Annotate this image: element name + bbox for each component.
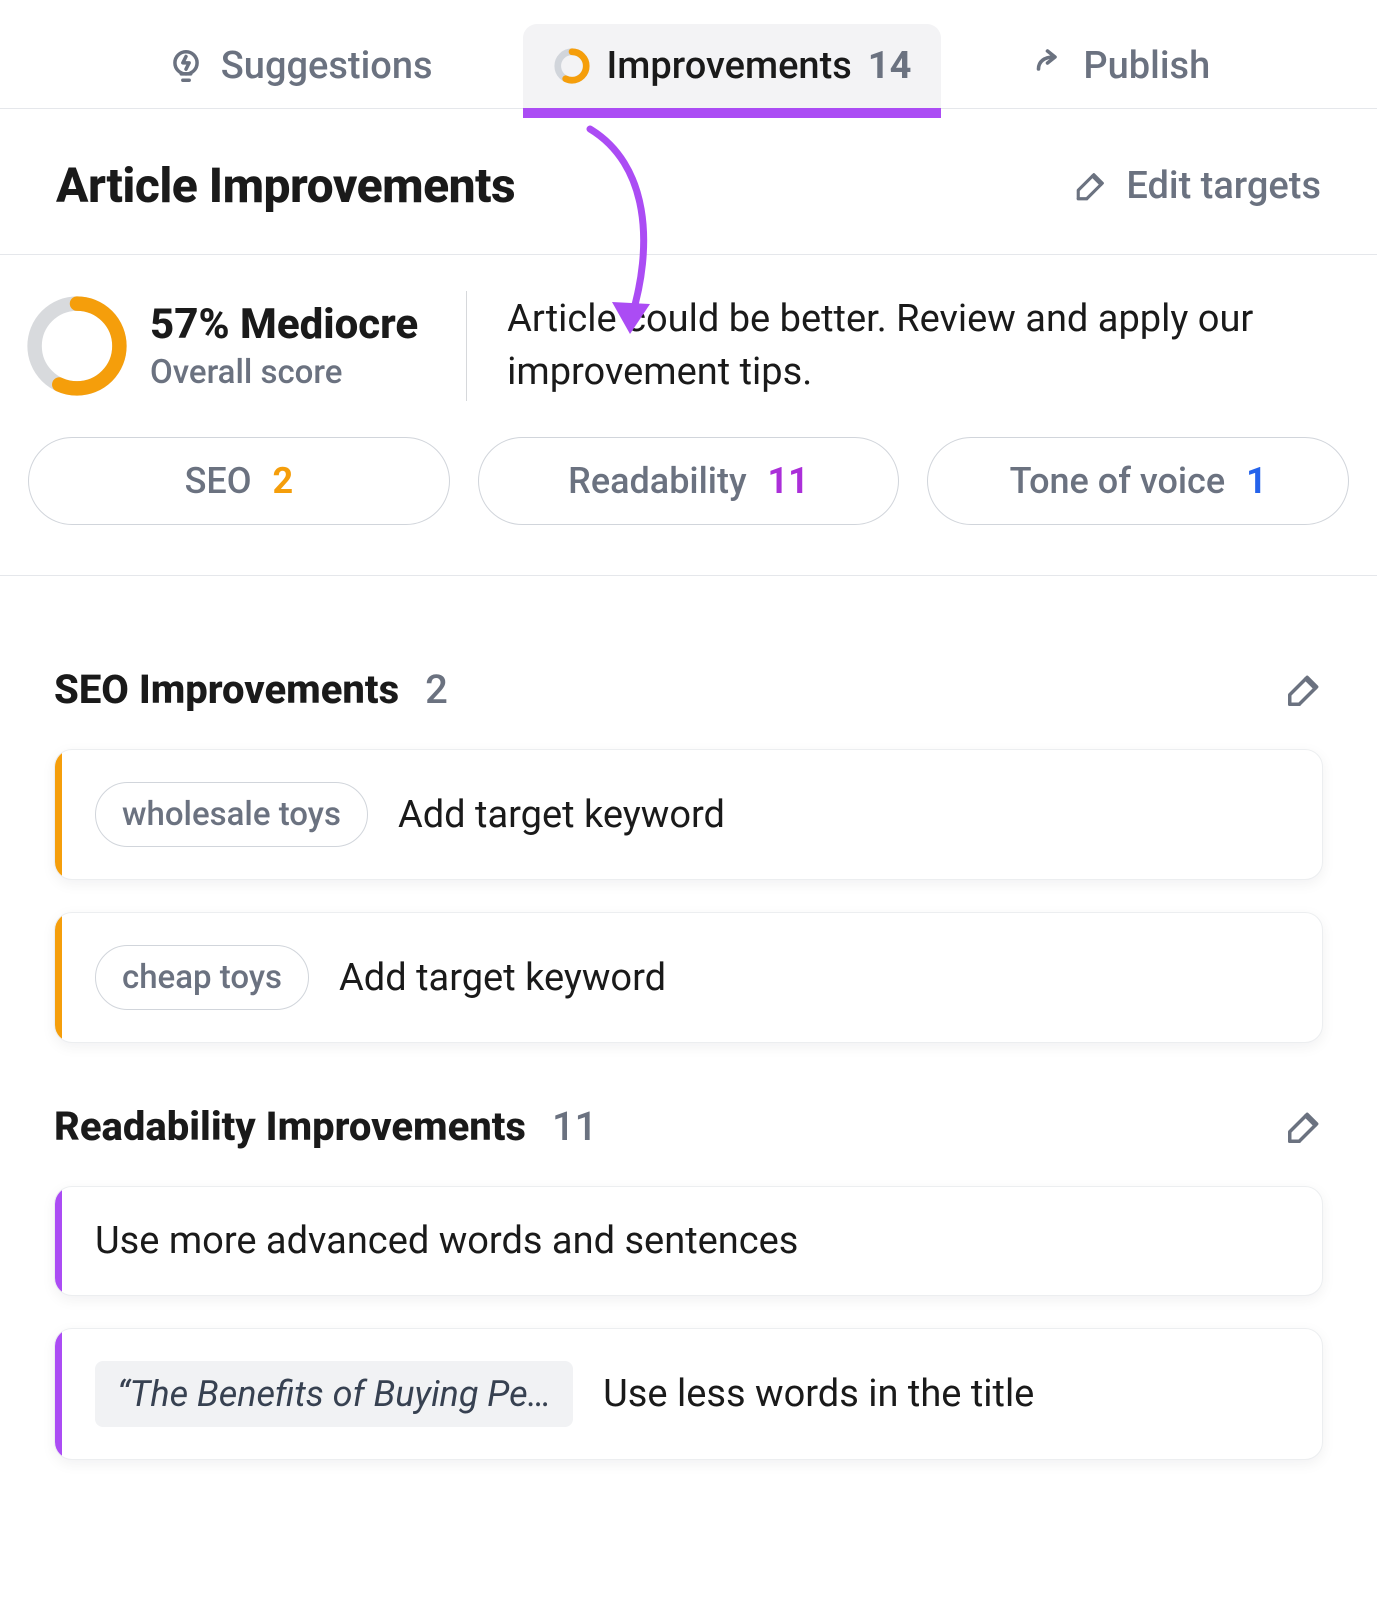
readability-card[interactable]: “The Benefits of Buying Pe… Use less wor… bbox=[54, 1328, 1323, 1460]
tab-publish[interactable]: Publish bbox=[1001, 24, 1240, 108]
share-arrow-icon bbox=[1031, 48, 1067, 84]
page-header: Article Improvements Edit targets bbox=[0, 109, 1377, 255]
tab-improvements-label: Improvements bbox=[607, 44, 852, 88]
filter-pill-readability[interactable]: Readability 11 bbox=[478, 437, 900, 525]
section-head-seo: SEO Improvements 2 bbox=[54, 666, 1323, 713]
section-head-readability: Readability Improvements 11 bbox=[54, 1103, 1323, 1150]
section-seo-count: 2 bbox=[425, 666, 448, 713]
tab-improvements-count: 14 bbox=[868, 44, 912, 88]
lightbulb-icon bbox=[167, 47, 205, 85]
filter-pill-tone[interactable]: Tone of voice 1 bbox=[927, 437, 1349, 525]
pencil-icon bbox=[1285, 1108, 1323, 1146]
score-block: 57% Mediocre Overall score bbox=[24, 293, 418, 399]
readability-card[interactable]: Use more advanced words and sentences bbox=[54, 1186, 1323, 1296]
keyword-chip: wholesale toys bbox=[95, 782, 368, 847]
score-row: 57% Mediocre Overall score Article could… bbox=[0, 255, 1377, 437]
pencil-icon bbox=[1074, 169, 1108, 203]
score-subtitle: Overall score bbox=[150, 353, 418, 392]
filter-tone-count: 1 bbox=[1246, 460, 1267, 502]
score-percent-label: 57% Mediocre bbox=[150, 300, 418, 349]
filter-pill-row: SEO 2 Readability 11 Tone of voice 1 bbox=[0, 437, 1377, 576]
card-action-text: Add target keyword bbox=[339, 956, 666, 1000]
edit-readability-button[interactable] bbox=[1285, 1108, 1323, 1146]
seo-card[interactable]: cheap toys Add target keyword bbox=[54, 912, 1323, 1043]
score-ring-icon bbox=[24, 293, 130, 399]
seo-card[interactable]: wholesale toys Add target keyword bbox=[54, 749, 1323, 880]
edit-targets-label: Edit targets bbox=[1126, 164, 1321, 208]
filter-readability-label: Readability bbox=[568, 460, 746, 502]
section-readability-count: 11 bbox=[552, 1103, 597, 1150]
edit-targets-button[interactable]: Edit targets bbox=[1074, 164, 1321, 208]
divider bbox=[466, 291, 467, 401]
filter-tone-label: Tone of voice bbox=[1010, 460, 1226, 502]
keyword-chip: cheap toys bbox=[95, 945, 309, 1010]
tab-improvements[interactable]: Improvements 14 bbox=[523, 24, 942, 108]
filter-pill-seo[interactable]: SEO 2 bbox=[28, 437, 450, 525]
tab-suggestions[interactable]: Suggestions bbox=[137, 24, 463, 108]
card-action-text: Use less words in the title bbox=[603, 1372, 1034, 1416]
filter-readability-count: 11 bbox=[768, 460, 809, 502]
filter-seo-count: 2 bbox=[272, 460, 293, 502]
page-title: Article Improvements bbox=[56, 157, 515, 214]
edit-seo-button[interactable] bbox=[1285, 671, 1323, 709]
pencil-icon bbox=[1285, 671, 1323, 709]
card-action-text: Add target keyword bbox=[398, 793, 725, 837]
title-snippet: “The Benefits of Buying Pe… bbox=[95, 1361, 573, 1427]
card-action-text: Use more advanced words and sentences bbox=[95, 1219, 798, 1263]
score-description: Article could be better. Review and appl… bbox=[507, 293, 1321, 399]
progress-ring-icon bbox=[553, 47, 591, 85]
top-tabs: Suggestions Improvements 14 Publish bbox=[0, 0, 1377, 109]
section-readability-title: Readability Improvements bbox=[54, 1103, 526, 1150]
filter-seo-label: SEO bbox=[185, 460, 252, 502]
tab-suggestions-label: Suggestions bbox=[221, 44, 433, 88]
tab-publish-label: Publish bbox=[1083, 44, 1210, 88]
section-seo-title: SEO Improvements bbox=[54, 666, 399, 713]
